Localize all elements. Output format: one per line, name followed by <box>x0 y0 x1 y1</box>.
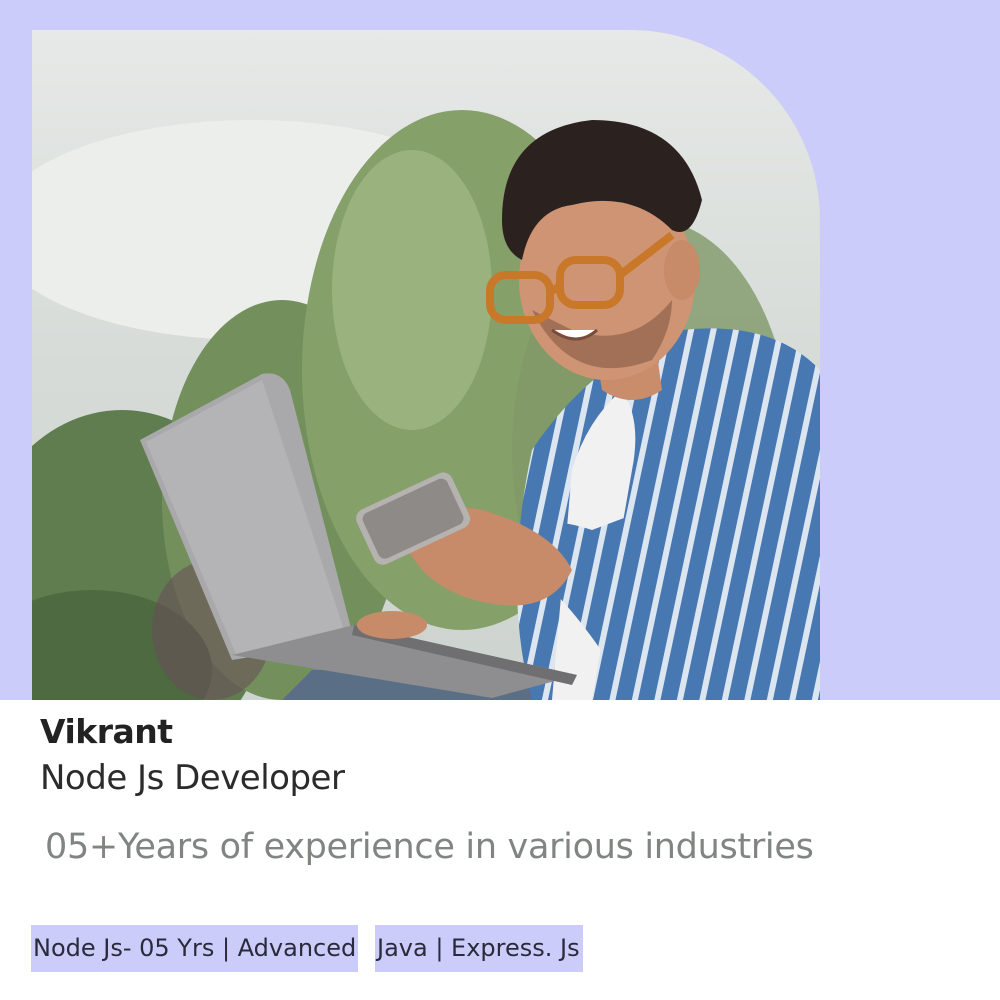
profile-photo <box>32 30 820 700</box>
skill-tag-node-js: Node Js- 05 Yrs | Advanced <box>31 925 358 972</box>
experience-summary: 05+Years of experience in various indust… <box>45 827 814 867</box>
developer-role: Node Js Developer <box>40 758 345 798</box>
developer-name: Vikrant <box>40 712 173 751</box>
skill-tag-java-express: Java | Express. Js <box>375 925 583 972</box>
